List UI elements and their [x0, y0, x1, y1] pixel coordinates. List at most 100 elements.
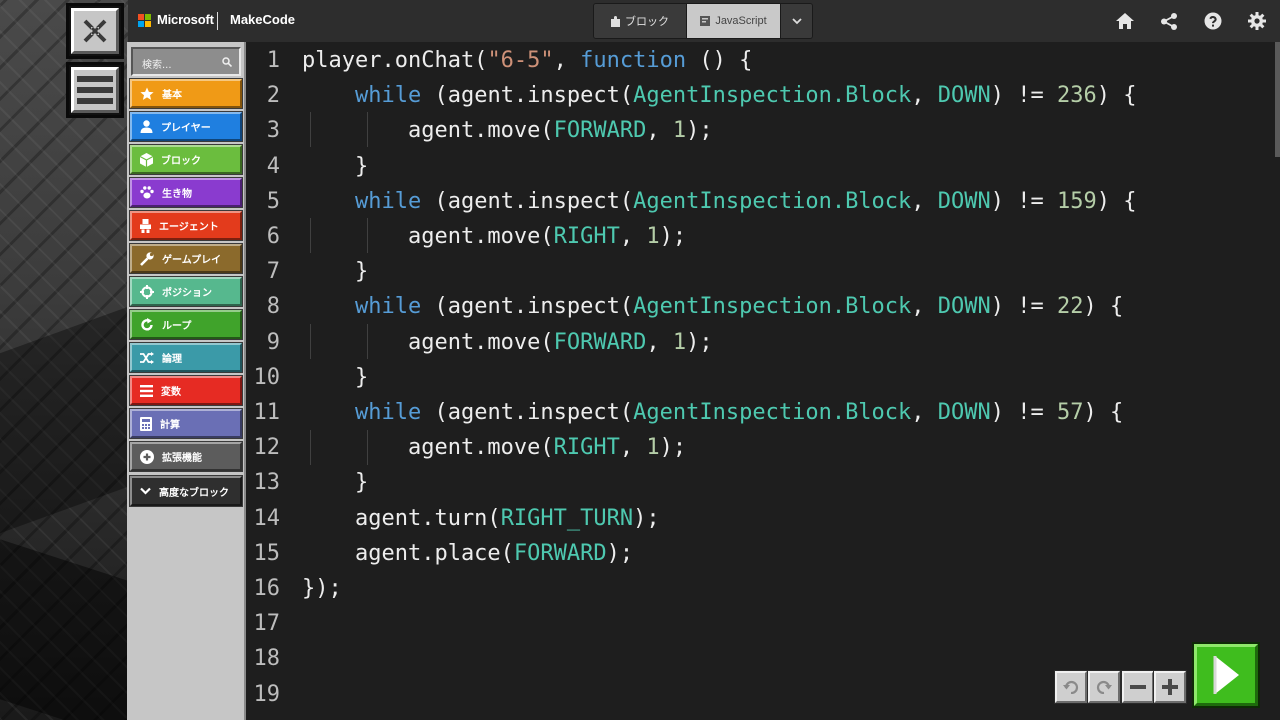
settings-icon [1248, 12, 1266, 30]
code-text: } [302, 254, 368, 289]
line-number: 10 [253, 364, 281, 390]
editor-dropdown-button[interactable] [781, 4, 812, 38]
code-token: player.onChat( [302, 48, 488, 73]
category-label: 生き物 [162, 189, 192, 200]
wrench-icon [140, 251, 154, 266]
code-token: 159 [1057, 188, 1097, 214]
code-text: while (agent.inspect(AgentInspection.Blo… [302, 395, 1123, 430]
code-token: agent.move( [302, 329, 554, 355]
code-line: 10 } [248, 360, 1268, 395]
line-number: 9 [266, 329, 280, 355]
category-4[interactable]: 生き物 [129, 177, 243, 208]
zoom-out-button[interactable] [1121, 670, 1155, 704]
code-token: 1 [646, 435, 660, 461]
code-token: RIGHT [553, 435, 620, 461]
category-label: 変数 [161, 387, 181, 398]
search-input[interactable]: 検索... [131, 47, 241, 76]
home-button[interactable] [1115, 11, 1135, 31]
code-text: }); [302, 571, 342, 606]
code-token: function [580, 48, 687, 73]
code-file-icon [700, 16, 711, 26]
category-label: 論理 [162, 354, 182, 365]
line-number: 11 [253, 400, 281, 425]
code-token: ) { [1083, 294, 1124, 320]
category-7[interactable]: ポジション [129, 276, 243, 307]
line-number: 2 [266, 83, 280, 109]
tab-javascript-label: JavaScript [715, 15, 767, 27]
search-placeholder: 検索... [142, 60, 172, 71]
category-6[interactable]: ゲームプレイ [129, 243, 243, 274]
category-label: ポジション [162, 288, 212, 299]
code-line: 13 } [248, 465, 1268, 500]
undo-button[interactable] [1054, 670, 1088, 704]
zoom-in-icon [1162, 679, 1178, 695]
product-label[interactable]: MakeCode [230, 12, 295, 27]
code-text: } [302, 149, 368, 184]
code-token: ) { [1096, 83, 1137, 109]
code-token: , [911, 188, 938, 214]
code-token: 1 [672, 118, 687, 144]
category-2[interactable]: プレイヤー [129, 111, 243, 142]
zoom-in-button[interactable] [1153, 670, 1187, 704]
code-text: agent.move(RIGHT, 1); [302, 430, 686, 465]
code-token: , [619, 224, 647, 249]
code-token: } [302, 364, 369, 390]
code-token: DOWN [937, 83, 991, 109]
run-button[interactable] [1192, 642, 1260, 708]
tab-javascript[interactable]: JavaScript [687, 4, 781, 38]
tab-blocks[interactable]: ブロック [594, 4, 687, 38]
chevron-down-icon [791, 17, 802, 24]
code-token: } [302, 259, 369, 285]
microsoft-logo-icon [138, 14, 152, 28]
line-number: 4 [266, 153, 280, 179]
brand-label: Microsoft [157, 12, 214, 27]
undo-icon [1063, 680, 1079, 694]
category-8[interactable]: ループ [129, 309, 243, 340]
toolbox: 検索... 基本プレイヤーブロック生き物エージェント ゲームプレイポジションループ… [127, 42, 246, 720]
settings-button[interactable] [1247, 11, 1267, 31]
code-text: } [302, 465, 368, 500]
code-token: , [911, 83, 938, 109]
code-token: , [646, 329, 673, 355]
advanced-blocks-button[interactable]: 高度なブロック [129, 475, 243, 507]
line-number: 8 [266, 294, 280, 320]
hamburger-icon [77, 76, 113, 104]
help-button[interactable] [1203, 11, 1223, 31]
redo-icon [1096, 680, 1112, 694]
category-3[interactable]: ブロック [129, 144, 243, 175]
code-line: 4 } [248, 149, 1268, 184]
category-10[interactable]: 変数 [129, 375, 243, 406]
code-editor[interactable]: 1 player.onChat("6-5", function () {2 whi… [248, 42, 1280, 720]
redo-button[interactable] [1087, 670, 1121, 704]
category-9[interactable]: 論理 [129, 342, 243, 373]
editor-scrollbar[interactable] [1275, 42, 1280, 157]
line-number: 17 [253, 611, 281, 637]
category-label: 基本 [162, 90, 182, 101]
code-text: while (agent.inspect(AgentInspection.Blo… [302, 289, 1123, 324]
code-token: DOWN [937, 294, 991, 320]
category-label: ループ [162, 321, 192, 332]
category-12[interactable]: 拡張機能 [129, 441, 243, 472]
zoom-out-icon [1130, 685, 1146, 689]
code-token: RIGHT_TURN [500, 505, 634, 531]
code-token: while [354, 188, 422, 214]
share-button[interactable] [1159, 11, 1179, 31]
list-icon [140, 384, 153, 397]
category-5[interactable]: エージェント [129, 210, 243, 241]
line-number: 18 [253, 646, 281, 672]
category-label: プレイヤー [161, 123, 211, 134]
code-text: while (agent.inspect(AgentInspection.Blo… [302, 78, 1137, 113]
menu-button[interactable] [66, 62, 124, 118]
line-number: 1 [266, 48, 280, 73]
search-icon [222, 57, 232, 67]
category-1[interactable]: 基本 [129, 78, 243, 109]
code-token: agent.move( [302, 435, 554, 461]
code-line: 12 agent.move(RIGHT, 1); [248, 430, 1268, 465]
star-icon [140, 87, 154, 101]
code-token: , [911, 400, 938, 425]
code-token: 236 [1057, 83, 1097, 109]
calculator-icon [140, 416, 152, 431]
category-11[interactable]: 計算 [129, 408, 243, 439]
category-label: 計算 [160, 420, 180, 431]
close-code-builder-button[interactable] [66, 3, 124, 59]
